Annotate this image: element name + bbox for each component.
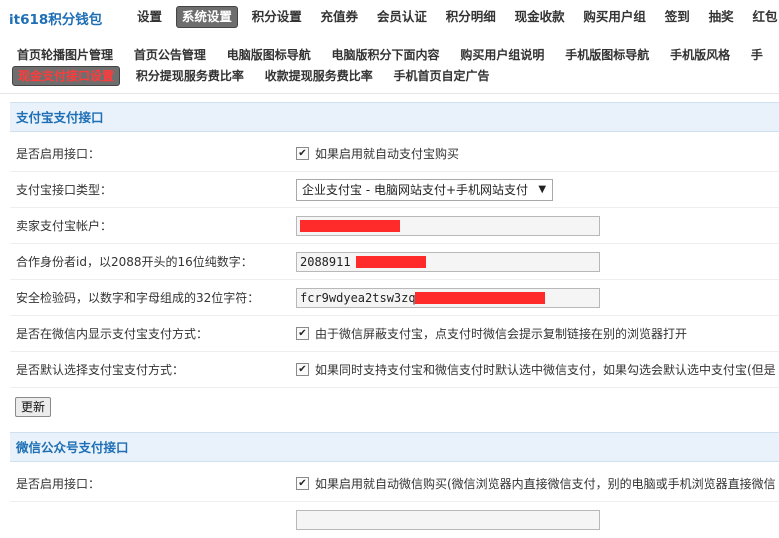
alipay-default-row: 是否默认选择支付宝支付方式： ✔ 如果同时支持支付宝和微信支付时默认选中微信支付，… <box>10 352 779 388</box>
topnav-item-redpacket[interactable]: 红包 <box>747 7 779 27</box>
wechat-next-row <box>10 502 779 538</box>
redaction-mark <box>415 292 545 304</box>
alipay-key-control: fcr9wdyea2tsw3zq <box>296 280 779 316</box>
alipay-key-input[interactable]: fcr9wdyea2tsw3zq <box>296 288 600 308</box>
topnav-item-vouchers[interactable]: 充值券 <box>316 7 364 27</box>
subnav-item-mobile-home-ads[interactable]: 手机首页自定广告 <box>389 67 495 85</box>
alipay-enable-control: ✔ 如果启用就自动支付宝购买 <box>296 136 779 172</box>
alipay-default-label: 是否默认选择支付宝支付方式： <box>16 363 185 377</box>
subnav-item-mobile-style[interactable]: 手机版风格 <box>665 46 735 64</box>
subnav-item-pc-points-content[interactable]: 电脑版积分下面内容 <box>327 46 445 64</box>
alipay-enable-text: 如果启用就自动支付宝购买 <box>315 147 460 161</box>
alipay-default-text: 如果同时支持支付宝和微信支付时默认选中微信支付，如果勾选会默认选中支付宝(但是 <box>315 363 776 377</box>
wechat-enable-control: ✔ 如果启用就自动微信购买(微信浏览器内直接微信支付，别的电脑或手机浏览器直接微信 <box>296 466 779 502</box>
subnav-item-mobile-icon-nav[interactable]: 手机版图标导航 <box>560 46 654 64</box>
alipay-enable-row: 是否启用接口： ✔ 如果启用就自动支付宝购买 <box>10 136 779 172</box>
wechat-next-input[interactable] <box>296 510 600 530</box>
alipay-account-control <box>296 208 779 244</box>
topnav-item-lottery[interactable]: 抽奖 <box>704 7 739 27</box>
subnav-item-home-notice[interactable]: 首页公告管理 <box>129 46 211 64</box>
alipay-partner-label: 合作身份者id，以2088开头的16位纯数字： <box>16 255 253 269</box>
alipay-key-row: 安全检验码，以数字和字母组成的32位字符： fcr9wdyea2tsw3zq <box>10 280 779 316</box>
alipay-section-title: 支付宝支付接口 <box>10 102 779 132</box>
sub-nav: 首页轮播图片管理 首页公告管理 电脑版图标导航 电脑版积分下面内容 购买用户组说… <box>0 38 779 94</box>
alipay-partner-control: 2088911 <box>296 244 779 280</box>
alipay-type-control: 企业支付宝 - 电脑网站支付+手机网站支付 ▼ <box>296 172 779 208</box>
update-button[interactable]: 更新 <box>15 397 52 417</box>
alipay-enable-label: 是否启用接口： <box>16 147 101 161</box>
subnav-row-2: 现金支付接口设置 积分提现服务费比率 收款提现服务费比率 手机首页自定广告 <box>12 66 502 86</box>
topnav-item-system-settings[interactable]: 系统设置 <box>175 6 238 28</box>
subnav-item-collect-withdraw-fee[interactable]: 收款提现服务费比率 <box>260 67 378 85</box>
alipay-type-select[interactable]: 企业支付宝 - 电脑网站支付+手机网站支付 ▼ <box>296 179 554 201</box>
topnav-item-checkin[interactable]: 签到 <box>660 7 695 27</box>
wechat-section-title: 微信公众号支付接口 <box>10 432 779 462</box>
alipay-enable-checkbox[interactable]: ✔ <box>296 147 309 160</box>
subnav-item-truncated[interactable]: 手 <box>746 46 768 64</box>
alipay-wechat-show-label: 是否在微信内显示支付宝支付方式： <box>16 327 209 341</box>
wechat-enable-label: 是否启用接口： <box>16 477 101 491</box>
alipay-account-input[interactable] <box>296 216 600 236</box>
alipay-wechat-show-checkbox[interactable]: ✔ <box>296 327 309 340</box>
alipay-partner-input[interactable]: 2088911 <box>296 252 600 272</box>
subnav-item-pc-icon-nav[interactable]: 电脑版图标导航 <box>222 46 316 64</box>
alipay-type-label: 支付宝接口类型： <box>16 183 113 197</box>
topnav-item-buy-usergroup[interactable]: 购买用户组 <box>578 7 651 27</box>
alipay-partner-value: 2088911 <box>300 255 351 269</box>
top-nav: 设置 系统设置 积分设置 充值券 会员认证 积分明细 现金收款 购买用户组 签到… <box>132 6 779 28</box>
wechat-enable-row: 是否启用接口： ✔ 如果启用就自动微信购买(微信浏览器内直接微信支付，别的电脑或手… <box>10 466 779 502</box>
wechat-next-control <box>296 502 779 538</box>
redaction-mark <box>300 220 400 232</box>
subnav-row-1: 首页轮播图片管理 首页公告管理 电脑版图标导航 电脑版积分下面内容 购买用户组说… <box>12 46 775 64</box>
alipay-wechat-show-control: ✔ 由于微信屏蔽支付宝，点支付时微信会提示复制链接在别的浏览器打开 <box>296 316 779 352</box>
alipay-wechat-show-row: 是否在微信内显示支付宝支付方式： ✔ 由于微信屏蔽支付宝，点支付时微信会提示复制链… <box>10 316 779 352</box>
subnav-item-cash-payment[interactable]: 现金支付接口设置 <box>12 66 121 86</box>
topnav-item-points-settings[interactable]: 积分设置 <box>247 7 307 27</box>
app-title: it618积分钱包 <box>9 12 103 28</box>
wechat-enable-text: 如果启用就自动微信购买(微信浏览器内直接微信支付，别的电脑或手机浏览器直接微信 <box>315 477 776 491</box>
redaction-mark <box>356 256 426 268</box>
alipay-wechat-show-text: 由于微信屏蔽支付宝，点支付时微信会提示复制链接在别的浏览器打开 <box>315 327 688 341</box>
top-header: it618积分钱包 设置 系统设置 积分设置 充值券 会员认证 积分明细 现金收… <box>0 0 779 38</box>
subnav-item-usergroup-desc[interactable]: 购买用户组说明 <box>455 46 549 64</box>
dropdown-arrow-icon: ▼ <box>538 184 547 195</box>
alipay-key-label: 安全检验码，以数字和字母组成的32位字符： <box>16 291 260 305</box>
topnav-item-points-detail[interactable]: 积分明细 <box>441 7 501 27</box>
alipay-type-value: 企业支付宝 - 电脑网站支付+手机网站支付 <box>302 183 529 197</box>
alipay-default-checkbox[interactable]: ✔ <box>296 363 309 376</box>
subnav-item-home-carousel[interactable]: 首页轮播图片管理 <box>12 46 118 64</box>
alipay-type-row: 支付宝接口类型： 企业支付宝 - 电脑网站支付+手机网站支付 ▼ <box>10 172 779 208</box>
subnav-item-points-withdraw-fee[interactable]: 积分提现服务费比率 <box>131 67 249 85</box>
topnav-item-settings[interactable]: 设置 <box>132 7 167 27</box>
alipay-key-value: fcr9wdyea2tsw3zq <box>300 291 416 305</box>
alipay-account-label: 卖家支付宝帐户： <box>16 219 113 233</box>
alipay-default-control: ✔ 如果同时支持支付宝和微信支付时默认选中微信支付，如果勾选会默认选中支付宝(但是 <box>296 352 779 388</box>
alipay-partner-row: 合作身份者id，以2088开头的16位纯数字： 2088911 <box>10 244 779 280</box>
topnav-item-cash-collect[interactable]: 现金收款 <box>510 7 570 27</box>
wechat-enable-checkbox[interactable]: ✔ <box>296 477 309 490</box>
alipay-account-row: 卖家支付宝帐户： <box>10 208 779 244</box>
topnav-item-member-verify[interactable]: 会员认证 <box>372 7 432 27</box>
